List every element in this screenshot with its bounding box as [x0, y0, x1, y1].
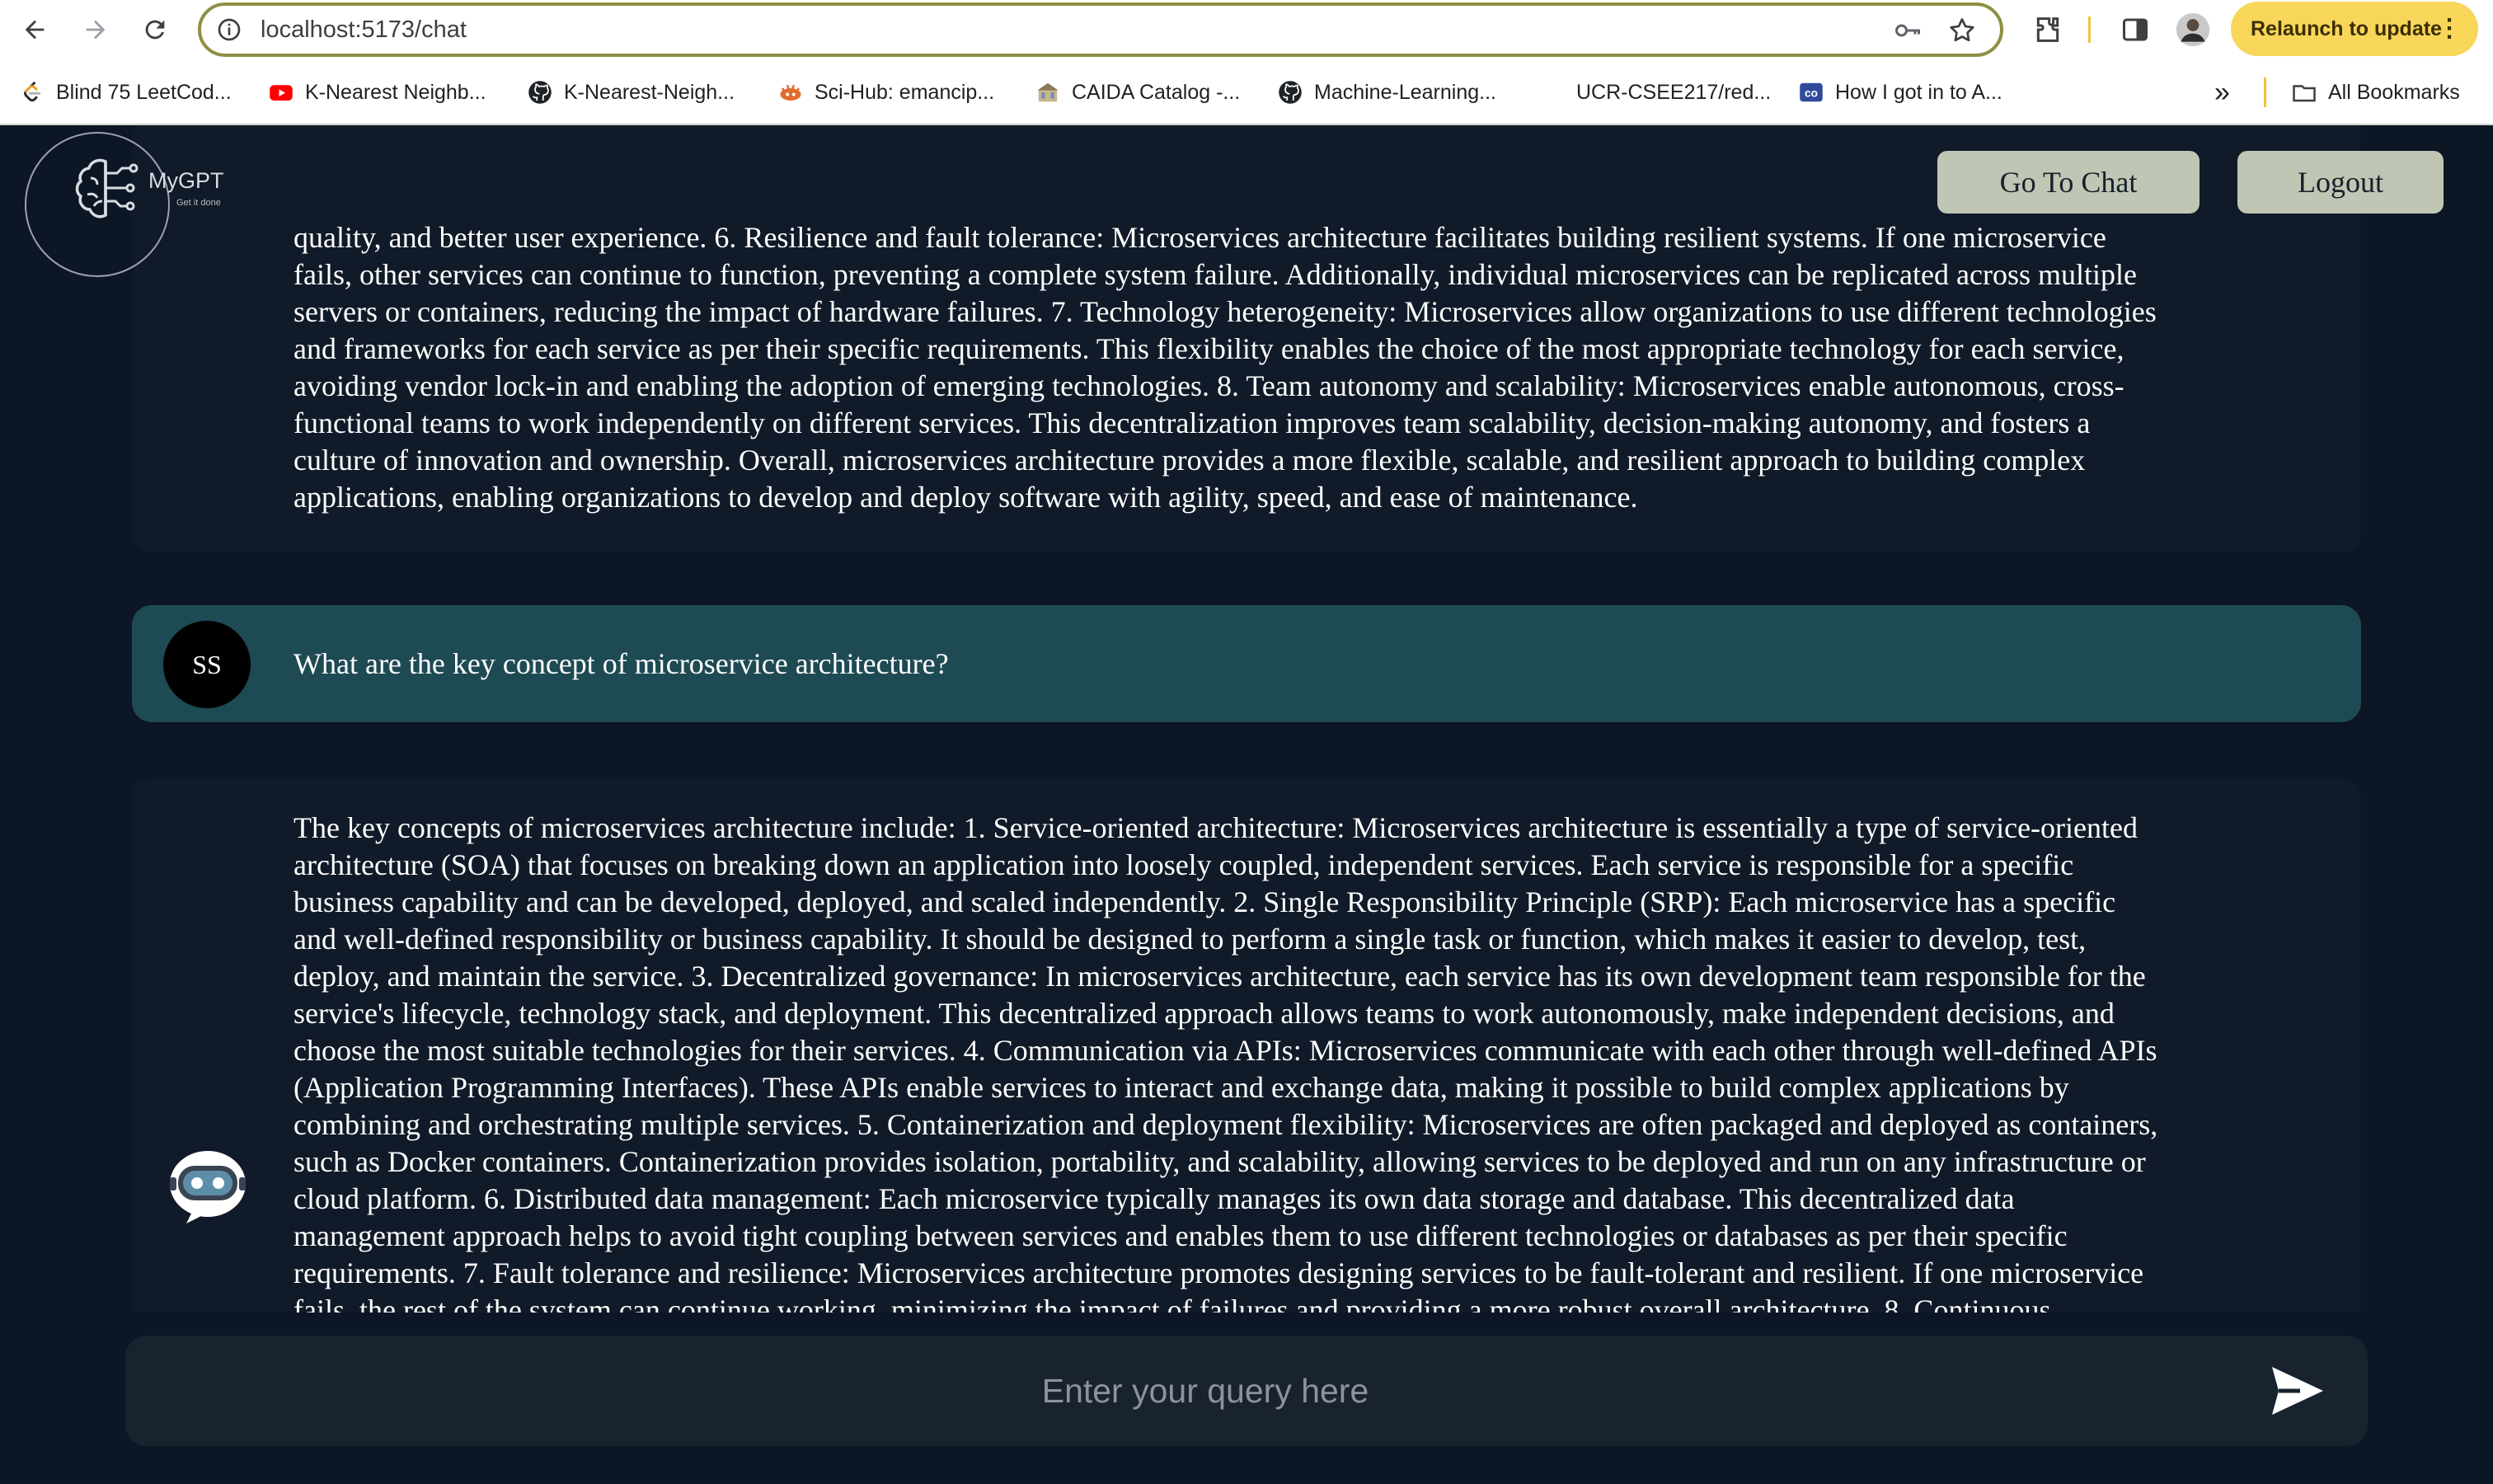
message-line: cloud platform. 6. Distributed data mana…	[293, 1182, 2015, 1215]
user-avatar: SS	[163, 621, 251, 708]
extensions-icon[interactable]	[2031, 13, 2064, 46]
profile-avatar-icon[interactable]	[2175, 12, 2211, 48]
message-line: business capability and can be developed…	[293, 885, 2116, 918]
message-line: applications, enabling organizations to …	[293, 481, 1638, 514]
message-line: combining and orchestrating multiple ser…	[293, 1108, 2158, 1141]
message-line: culture of innovation and ownership. Ove…	[293, 444, 2086, 477]
scihub-icon	[780, 84, 801, 101]
bookmark-item[interactable]: Blind 75 LeetCod...	[20, 59, 232, 125]
logo-tagline: Get it done	[176, 198, 221, 208]
chat-messages: quality, and better user experience. 6. …	[132, 125, 2361, 1313]
message-line: functional teams to work independently o…	[293, 406, 2091, 439]
user-message-text: What are the key concept of microservice…	[293, 647, 949, 680]
query-input[interactable]	[175, 1354, 2236, 1428]
bookmark-label: Blind 75 LeetCod...	[56, 80, 232, 104]
back-icon[interactable]	[15, 10, 54, 49]
address-bar[interactable]: localhost:5173/chat	[198, 2, 2003, 57]
bookmark-label: K-Nearest-Neigh...	[564, 80, 735, 104]
logout-button[interactable]: Logout	[2237, 151, 2444, 214]
github-icon	[1279, 81, 1302, 104]
caida-icon	[1037, 82, 1059, 102]
brain-circuit-icon	[75, 158, 138, 218]
relaunch-label: Relaunch to update	[2251, 17, 2442, 40]
message-line: The key concepts of microservices archit…	[293, 811, 2138, 844]
bookmarks-divider	[2264, 77, 2266, 107]
message-line: fails, the rest of the system can contin…	[293, 1294, 2051, 1313]
message-line: architecture (SOA) that focuses on break…	[293, 848, 2074, 881]
bot-message-text: quality, and better user experience. 6. …	[293, 219, 2157, 516]
reload-icon[interactable]	[135, 10, 175, 49]
bookmark-item[interactable]: K-Nearest Neighb...	[269, 59, 486, 125]
bookmark-item[interactable]: UCR-CSEE217/red...	[1576, 59, 1771, 125]
message-line: avoiding vendor lock-in and enabling the…	[293, 369, 2124, 402]
message-line: (Application Programming Interfaces). Th…	[293, 1071, 2069, 1104]
message-line: management approach helps to avoid tight…	[293, 1219, 2068, 1252]
message-line: fails, other services can continue to fu…	[293, 258, 2137, 291]
app-logo[interactable]: MyGPT Get it done	[25, 132, 224, 277]
key-icon[interactable]	[1893, 16, 1923, 45]
bot-message: The key concepts of microservices archit…	[132, 778, 2361, 1313]
forward-icon[interactable]	[76, 10, 115, 49]
side-panel-icon[interactable]	[2120, 15, 2150, 45]
chat-page: quality, and better user experience. 6. …	[0, 125, 2493, 1484]
message-line: such as Docker containers. Containerizat…	[293, 1145, 2146, 1178]
all-bookmarks-button[interactable]: All Bookmarks	[2292, 59, 2460, 125]
leetcode-icon	[24, 82, 41, 102]
message-line: and frameworks for each service as per t…	[293, 332, 2124, 365]
bookmark-item[interactable]: co How I got in to A...	[1799, 59, 2002, 125]
query-bar	[125, 1336, 2368, 1446]
more-menu-icon[interactable]: ⋮	[2437, 2, 2462, 56]
star-icon[interactable]	[1947, 16, 1977, 45]
bookmark-label: How I got in to A...	[1835, 80, 2002, 104]
go-to-chat-button[interactable]: Go To Chat	[1937, 151, 2200, 214]
url-text[interactable]: localhost:5173/chat	[261, 6, 467, 54]
all-bookmarks-label: All Bookmarks	[2328, 80, 2460, 104]
logo-name: MyGPT	[148, 168, 224, 193]
user-message: SS What are the key concept of microserv…	[132, 605, 2361, 722]
bookmarks-overflow-button[interactable]: »	[2214, 59, 2230, 125]
message-line: service's lifecycle, technology stack, a…	[293, 997, 2115, 1030]
bookmark-label: K-Nearest Neighb...	[305, 80, 486, 104]
bookmark-label: CAIDA Catalog -...	[1072, 80, 1241, 104]
svg-text:co: co	[1805, 87, 1818, 100]
toolbar-divider	[2088, 16, 2091, 43]
message-line: choose the most suitable technologies fo…	[293, 1034, 2157, 1067]
bookmark-item[interactable]: Sci-Hub: emancip...	[778, 59, 994, 125]
message-line: requirements. 7. Fault tolerance and res…	[293, 1256, 2144, 1289]
message-line: servers or containers, reducing the impa…	[293, 295, 2157, 328]
bookmarks-bar: Blind 75 LeetCod... K-Nearest Neighb... …	[0, 59, 2493, 125]
bookmark-item[interactable]: CAIDA Catalog -...	[1035, 59, 1240, 125]
github-icon	[528, 81, 552, 104]
bookmark-item[interactable]: K-Nearest-Neigh...	[528, 59, 735, 125]
message-line: quality, and better user experience. 6. …	[293, 221, 2106, 254]
robot-avatar-icon	[170, 1151, 246, 1223]
bookmark-item[interactable]: Machine-Learning...	[1278, 59, 1496, 125]
bookmark-label: Machine-Learning...	[1314, 80, 1496, 104]
folder-icon	[2293, 85, 2316, 102]
site-info-icon[interactable]	[216, 16, 242, 43]
send-icon[interactable]	[2269, 1364, 2326, 1418]
relaunch-button[interactable]: Relaunch to update ⋮	[2231, 2, 2478, 56]
browser-toolbar: localhost:5173/chat Relaunch to update ⋮	[0, 0, 2493, 59]
message-line: and well-defined responsibility or busin…	[293, 923, 2087, 956]
co-icon: co	[1800, 82, 1823, 102]
bot-message-text: The key concepts of microservices archit…	[293, 810, 2157, 1313]
youtube-icon	[270, 85, 293, 101]
message-line: deploy, and maintain the service. 3. Dec…	[293, 960, 2146, 993]
bookmark-label: UCR-CSEE217/red...	[1576, 80, 1772, 104]
bookmark-label: Sci-Hub: emancip...	[815, 80, 995, 104]
